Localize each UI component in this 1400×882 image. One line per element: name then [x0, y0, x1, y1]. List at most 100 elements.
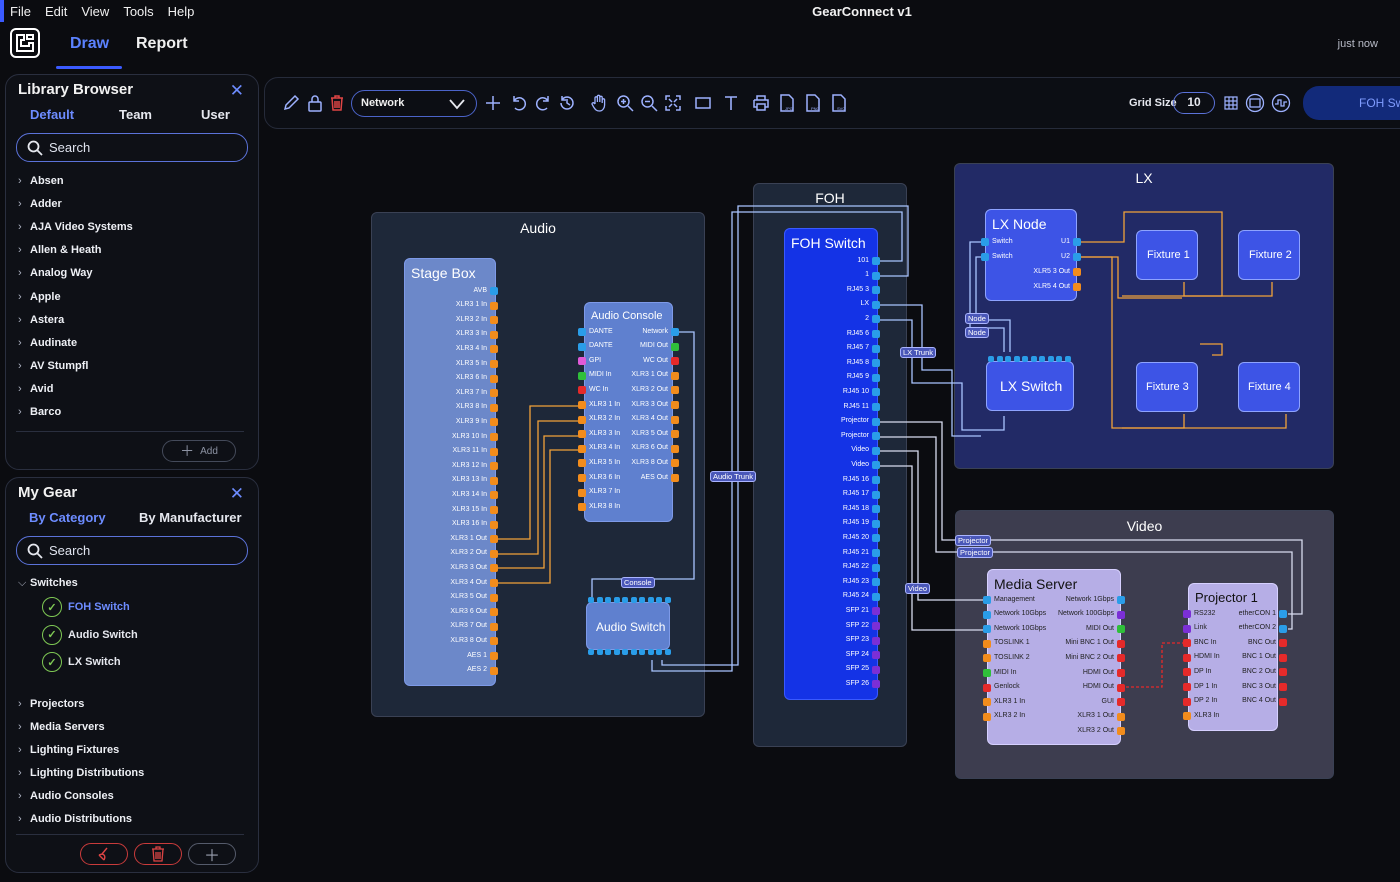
port-connector[interactable] — [1183, 639, 1191, 648]
waveform-icon[interactable] — [1271, 93, 1295, 113]
pencil-icon[interactable] — [281, 93, 301, 113]
tag-node-2[interactable]: Node — [965, 327, 989, 338]
port-connector[interactable] — [1117, 639, 1125, 648]
port-connector[interactable] — [983, 639, 991, 648]
wire[interactable] — [498, 405, 580, 540]
port-connector[interactable] — [1117, 610, 1125, 619]
port-connector[interactable] — [490, 622, 498, 631]
wire[interactable] — [1121, 642, 1183, 688]
library-item[interactable]: › Astera — [18, 314, 64, 326]
port-connector[interactable] — [872, 519, 880, 528]
port-connector[interactable] — [1073, 238, 1081, 246]
device-fixture-4[interactable]: Fixture 4 — [1238, 362, 1300, 412]
port-connector[interactable] — [983, 712, 991, 721]
port-connector[interactable] — [630, 649, 637, 655]
port-connector[interactable] — [1117, 712, 1125, 721]
port-connector[interactable] — [671, 415, 679, 424]
port-connector[interactable] — [1183, 697, 1191, 706]
tag-video[interactable]: Video — [905, 583, 931, 594]
port-connector[interactable] — [1013, 356, 1020, 362]
wire[interactable] — [1122, 282, 1273, 297]
export-svg-icon[interactable]: SVG — [829, 93, 849, 113]
port-connector[interactable] — [605, 649, 611, 655]
port-connector[interactable] — [630, 597, 637, 603]
port-connector[interactable] — [981, 238, 989, 246]
port-connector[interactable] — [983, 654, 991, 663]
port-connector[interactable] — [872, 549, 880, 557]
hand-icon[interactable] — [589, 93, 609, 113]
port-connector[interactable] — [981, 253, 989, 261]
port-connector[interactable] — [490, 506, 498, 514]
port-connector[interactable] — [983, 683, 991, 692]
port-connector[interactable] — [490, 579, 498, 587]
port-connector[interactable] — [1039, 356, 1045, 362]
device-audio-switch[interactable]: Audio Switch — [586, 602, 670, 650]
port-connector[interactable] — [872, 432, 880, 441]
port-connector[interactable] — [578, 488, 586, 497]
frame-icon[interactable] — [1245, 93, 1269, 113]
port-connector[interactable] — [872, 563, 880, 572]
clear-button[interactable] — [80, 843, 128, 865]
redo-icon[interactable] — [533, 93, 553, 113]
port-connector[interactable] — [578, 401, 586, 409]
port-connector[interactable] — [490, 637, 498, 646]
port-connector[interactable] — [578, 459, 586, 468]
port-connector[interactable] — [647, 649, 654, 655]
port-connector[interactable] — [671, 357, 679, 366]
port-connector[interactable] — [1117, 669, 1125, 677]
lock-icon[interactable] — [305, 93, 325, 113]
port-connector[interactable] — [647, 597, 654, 603]
library-item[interactable]: › Adder — [18, 198, 62, 210]
port-connector[interactable] — [490, 593, 498, 602]
port-connector[interactable] — [656, 649, 662, 655]
port-connector[interactable] — [613, 597, 620, 603]
port-connector[interactable] — [578, 371, 586, 380]
port-connector[interactable] — [988, 356, 994, 362]
port-connector[interactable] — [872, 461, 880, 470]
port-connector[interactable] — [490, 476, 498, 485]
port-connector[interactable] — [578, 474, 586, 482]
port-connector[interactable] — [639, 597, 645, 603]
library-item[interactable]: › Absen — [18, 175, 64, 187]
port-connector[interactable] — [872, 592, 880, 601]
port-connector[interactable] — [490, 374, 498, 383]
port-connector[interactable] — [622, 649, 628, 655]
gear-category[interactable]: › Media Servers — [18, 721, 105, 733]
port-connector[interactable] — [578, 415, 586, 424]
port-connector[interactable] — [490, 316, 498, 325]
device-lx-switch[interactable]: LX Switch — [986, 361, 1074, 411]
tag-node-1[interactable]: Node — [965, 313, 989, 324]
wire[interactable] — [498, 449, 580, 584]
layer-select[interactable]: Network — [351, 90, 477, 117]
port-connector[interactable] — [872, 300, 880, 309]
port-connector[interactable] — [588, 649, 594, 655]
port-connector[interactable] — [671, 444, 679, 453]
library-tab-user[interactable]: User — [201, 107, 230, 122]
library-item[interactable]: › Barco — [18, 406, 61, 418]
port-connector[interactable] — [872, 417, 880, 426]
gear-category[interactable]: ⌵ Switches — [18, 577, 78, 590]
port-connector[interactable] — [983, 625, 991, 634]
undo-icon[interactable] — [509, 93, 529, 113]
port-connector[interactable] — [872, 622, 880, 630]
export-png-icon[interactable]: PNG — [803, 93, 823, 113]
port-connector[interactable] — [872, 271, 880, 280]
port-connector[interactable] — [490, 447, 498, 456]
gear-tab-manufacturer[interactable]: By Manufacturer — [139, 510, 242, 525]
foh-switch-button[interactable]: FOH Sw — [1303, 86, 1400, 120]
port-connector[interactable] — [596, 649, 603, 655]
port-connector[interactable] — [872, 359, 880, 368]
gear-category[interactable]: › Projectors — [18, 698, 84, 710]
port-connector[interactable] — [490, 360, 498, 368]
port-connector[interactable] — [1005, 356, 1011, 362]
app-logo-icon[interactable] — [10, 28, 40, 58]
port-connector[interactable] — [671, 342, 679, 351]
history-icon[interactable] — [557, 93, 577, 113]
port-connector[interactable] — [1279, 697, 1287, 706]
port-connector[interactable] — [490, 652, 498, 660]
port-connector[interactable] — [872, 373, 880, 382]
port-connector[interactable] — [578, 342, 586, 351]
port-connector[interactable] — [671, 430, 679, 439]
add-button[interactable]: ＋ Add — [162, 440, 236, 462]
port-connector[interactable] — [983, 610, 991, 619]
